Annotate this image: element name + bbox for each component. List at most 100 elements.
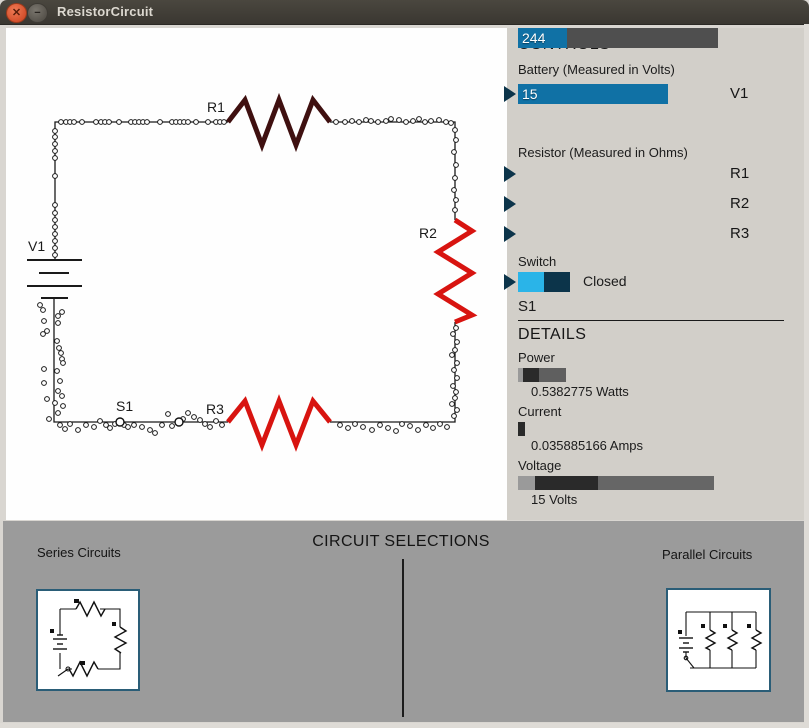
electron-particle xyxy=(194,120,199,125)
electron-particle xyxy=(454,326,459,331)
electron-particle xyxy=(92,425,97,430)
battery-slider-label: Battery (Measured in Volts) xyxy=(518,62,675,77)
controls-divider xyxy=(518,320,784,321)
details-heading: DETAILS xyxy=(518,326,586,344)
electron-particle xyxy=(42,367,47,372)
electron-particle xyxy=(452,368,457,373)
series-circuit-thumbnail[interactable] xyxy=(36,589,140,691)
current-label: Current xyxy=(518,404,561,419)
electron-particle xyxy=(186,120,191,125)
electron-particle xyxy=(117,120,122,125)
battery-slider[interactable]: 15 xyxy=(518,84,718,104)
power-value: 0.5382775 Watts xyxy=(531,384,629,399)
electron-particle xyxy=(56,321,61,326)
switch-toggle-on[interactable] xyxy=(518,272,544,292)
electron-particle xyxy=(132,423,137,428)
electron-particle xyxy=(378,423,383,428)
r2-name: R2 xyxy=(730,194,749,214)
electron-particle xyxy=(423,120,428,125)
switch-pointer[interactable] xyxy=(504,274,516,290)
series-circuits-label: Series Circuits xyxy=(37,545,121,560)
electron-particle xyxy=(53,135,58,140)
electron-particle xyxy=(153,431,158,436)
electron-particle xyxy=(68,422,73,427)
electron-particle xyxy=(357,120,362,125)
electron-particle xyxy=(455,340,460,345)
electron-particle xyxy=(148,428,153,433)
circuit-wires xyxy=(54,122,455,422)
electron-particle xyxy=(394,429,399,434)
current-bar-segment xyxy=(518,422,525,436)
battery-symbol xyxy=(27,260,82,298)
battery-slider-pointer[interactable] xyxy=(504,86,516,102)
electron-particle xyxy=(455,408,460,413)
minimize-button[interactable]: − xyxy=(27,3,48,23)
electron-particle xyxy=(53,239,58,244)
label-r3: R3 xyxy=(206,401,224,417)
close-icon: ✕ xyxy=(12,8,21,19)
electron-particle xyxy=(450,402,455,407)
electron-particle xyxy=(41,332,46,337)
electron-particle xyxy=(126,425,131,430)
close-button[interactable]: ✕ xyxy=(6,3,27,23)
electron-particle xyxy=(431,426,436,431)
minimize-icon: − xyxy=(34,8,40,19)
label-r1: R1 xyxy=(207,99,225,115)
r1-name: R1 xyxy=(730,164,749,184)
electrons-layer xyxy=(38,117,460,436)
electron-particle xyxy=(455,361,460,366)
electron-particle xyxy=(203,422,208,427)
parallel-circuit-thumbnail[interactable] xyxy=(666,588,771,692)
power-bar-segment xyxy=(539,368,566,382)
electron-particle xyxy=(369,119,374,124)
switch-toggle[interactable]: Closed xyxy=(518,272,718,292)
electron-particle xyxy=(384,119,389,124)
electron-particle xyxy=(59,120,64,125)
electron-particle xyxy=(186,411,191,416)
circuit-drawing: V1 R1 R2 R3 S1 xyxy=(6,28,507,520)
r1-slider-pointer[interactable] xyxy=(504,166,516,182)
electron-particle xyxy=(108,426,113,431)
parallel-circuits-label: Parallel Circuits xyxy=(662,547,752,562)
electron-particle xyxy=(42,381,47,386)
electron-particle xyxy=(145,120,150,125)
r3-slider-pointer[interactable] xyxy=(504,226,516,242)
electron-particle xyxy=(170,424,175,429)
electron-particle xyxy=(76,428,81,433)
electron-particle xyxy=(98,419,103,424)
r3-slider[interactable]: 244 xyxy=(518,28,718,48)
electron-particle xyxy=(60,310,65,315)
r2-slider-pointer[interactable] xyxy=(504,196,516,212)
electron-particle xyxy=(334,120,339,125)
selections-divider xyxy=(402,559,404,717)
electron-particle xyxy=(454,138,459,143)
electron-particle xyxy=(61,404,66,409)
switch-toggle-off[interactable] xyxy=(544,272,570,292)
resistor-r1-zigzag xyxy=(228,100,330,145)
electron-particle xyxy=(61,361,66,366)
electron-particle xyxy=(449,121,454,126)
battery-slider-fill xyxy=(518,84,668,104)
electron-particle xyxy=(53,203,58,208)
electron-particle xyxy=(417,117,422,122)
parallel-thumbnail-drawing xyxy=(668,590,769,690)
electron-particle xyxy=(404,120,409,125)
r3-name: R3 xyxy=(730,224,749,244)
electron-particle xyxy=(53,218,58,223)
electron-particle xyxy=(166,412,171,417)
electron-particle xyxy=(445,425,450,430)
electron-particle xyxy=(58,423,63,428)
electron-particle xyxy=(376,120,381,125)
electron-particle xyxy=(453,348,458,353)
electron-particle xyxy=(424,423,429,428)
electron-particle xyxy=(429,119,434,124)
electron-particle xyxy=(220,423,225,428)
electron-particle xyxy=(107,120,112,125)
electron-particle xyxy=(80,120,85,125)
switch-state: Closed xyxy=(583,273,627,289)
current-value: 0.035885166 Amps xyxy=(531,438,643,453)
electron-particle xyxy=(53,142,58,147)
electron-particle xyxy=(53,253,58,258)
electron-particle xyxy=(453,208,458,213)
electron-particle xyxy=(63,427,68,432)
